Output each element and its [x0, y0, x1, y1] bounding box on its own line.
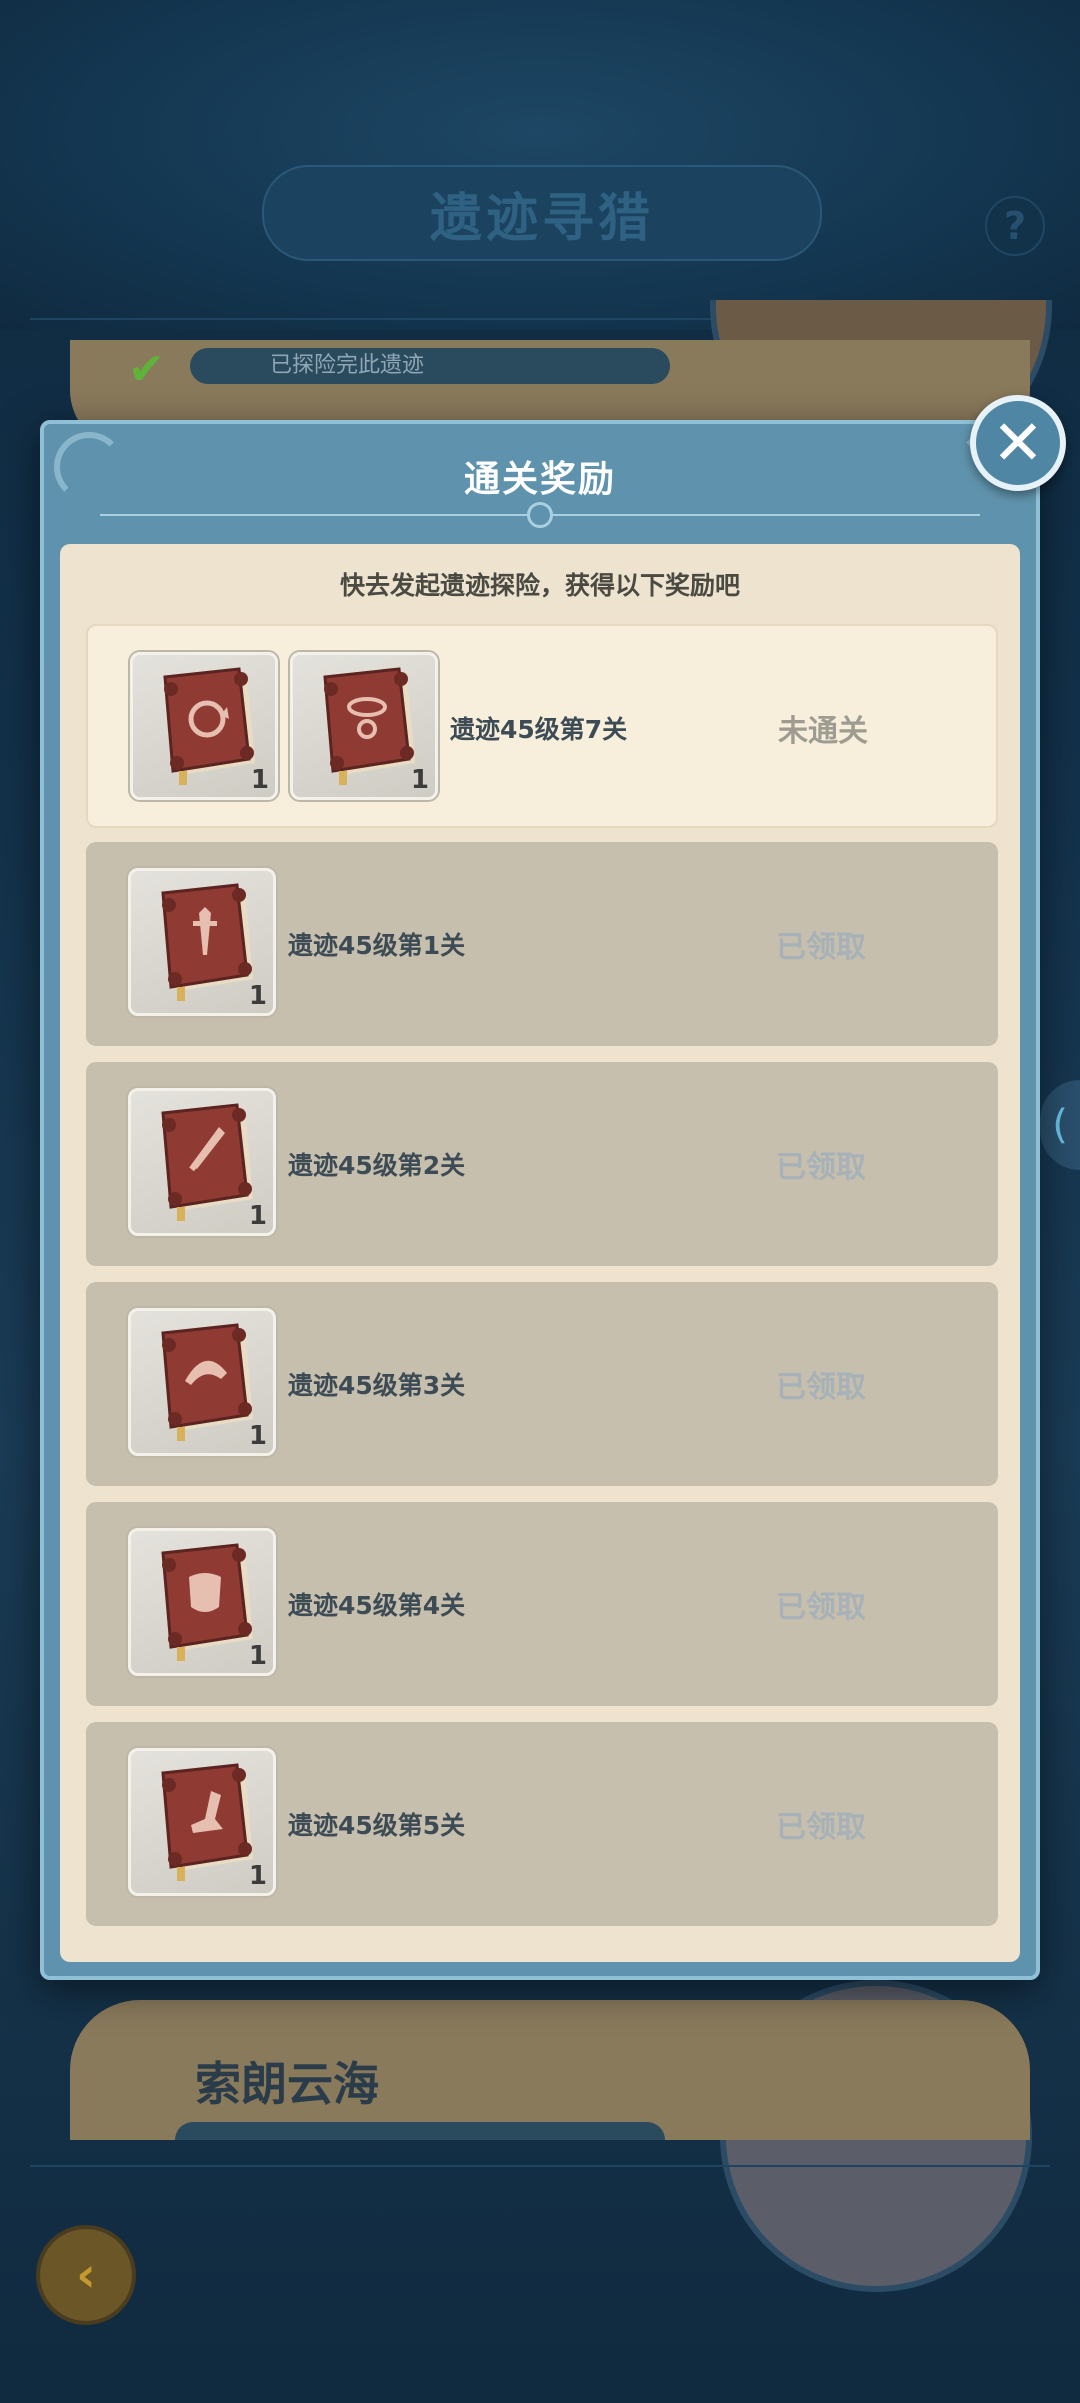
- reward-row: 1 遗迹45级第3关 已领取: [86, 1282, 998, 1486]
- reward-item[interactable]: 1: [128, 1748, 276, 1896]
- rewards-modal: 通关奖励 快去发起遗迹探险，获得以下奖励吧 1 1 遗迹45级第7关 未通关 1…: [40, 420, 1040, 1980]
- book-armor-icon: [161, 1543, 253, 1661]
- book-ring-icon: [323, 667, 415, 785]
- reward-status: 已领取: [776, 1370, 866, 1405]
- side-tab[interactable]: (: [1040, 1080, 1080, 1170]
- back-button[interactable]: ‹: [36, 2225, 136, 2325]
- ruin-card-bottom[interactable]: 索朗云海: [70, 2000, 1030, 2140]
- side-tab-icon: (: [1052, 1102, 1068, 1148]
- reward-item[interactable]: 1: [128, 1308, 276, 1456]
- page-title-plate: 遗迹寻猎: [262, 165, 822, 261]
- page-title: 遗迹寻猎: [429, 188, 654, 249]
- reward-row: 1 1 遗迹45级第7关 未通关: [86, 624, 998, 828]
- item-count: 1: [410, 765, 429, 795]
- help-button[interactable]: ?: [985, 196, 1045, 256]
- item-count: 1: [248, 1641, 267, 1671]
- ruin-status-bar: 已探险完此遗迹: [190, 348, 670, 384]
- close-icon: ✕: [992, 406, 1044, 479]
- gear-divider-icon: [527, 502, 553, 528]
- stage-label: 遗迹45级第3关: [288, 1371, 466, 1400]
- footer-divider: [30, 2165, 1050, 2167]
- reward-item[interactable]: 1: [128, 868, 276, 1016]
- reward-row: 1 遗迹45级第4关 已领取: [86, 1502, 998, 1706]
- item-count: 1: [250, 765, 269, 795]
- book-sword-icon: [161, 883, 253, 1001]
- reward-item[interactable]: 1: [128, 1088, 276, 1236]
- reward-status: 已领取: [776, 1810, 866, 1845]
- book-boot-icon: [161, 1763, 253, 1881]
- ruin-name: 索朗云海: [195, 2057, 379, 2111]
- help-icon: ?: [1003, 204, 1027, 248]
- reward-status: 未通关: [778, 714, 868, 749]
- reward-status: 已领取: [776, 1150, 866, 1185]
- reward-row: 1 遗迹45级第2关 已领取: [86, 1062, 998, 1266]
- reward-row: 1 遗迹45级第1关 已领取: [86, 842, 998, 1046]
- back-arrow-icon: ‹: [76, 2247, 96, 2303]
- modal-title: 通关奖励: [463, 459, 616, 500]
- item-count: 1: [248, 1201, 267, 1231]
- rewards-panel[interactable]: 快去发起遗迹探险，获得以下奖励吧 1 1 遗迹45级第7关 未通关 1 遗迹45…: [60, 544, 1020, 1962]
- reward-item[interactable]: 1: [290, 652, 438, 800]
- check-icon: ✔: [128, 344, 165, 395]
- book-dagger-icon: [161, 1103, 253, 1221]
- book-helmet-icon: [161, 1323, 253, 1441]
- ruin-status-bar-bottom: [175, 2122, 665, 2140]
- reward-status: 已领取: [776, 1590, 866, 1625]
- reward-item[interactable]: 1: [128, 1528, 276, 1676]
- stage-label: 遗迹45级第1关: [288, 931, 466, 960]
- item-count: 1: [248, 1861, 267, 1891]
- stage-label: 遗迹45级第7关: [450, 715, 628, 744]
- close-button[interactable]: ✕: [970, 395, 1066, 491]
- item-count: 1: [248, 1421, 267, 1451]
- reward-item[interactable]: 1: [130, 652, 278, 800]
- stage-label: 遗迹45级第2关: [288, 1151, 466, 1180]
- panel-subtitle: 快去发起遗迹探险，获得以下奖励吧: [339, 571, 740, 600]
- reward-status: 已领取: [776, 930, 866, 965]
- item-count: 1: [248, 981, 267, 1011]
- reward-row: 1 遗迹45级第5关 已领取: [86, 1722, 998, 1926]
- stage-label: 遗迹45级第4关: [288, 1591, 466, 1620]
- book-refresh-icon: [163, 667, 255, 785]
- reward-list[interactable]: 1 1 遗迹45级第7关 未通关 1 遗迹45级第1关 已领取 1 遗迹45级第…: [86, 624, 998, 1942]
- stage-label: 遗迹45级第5关: [288, 1811, 466, 1840]
